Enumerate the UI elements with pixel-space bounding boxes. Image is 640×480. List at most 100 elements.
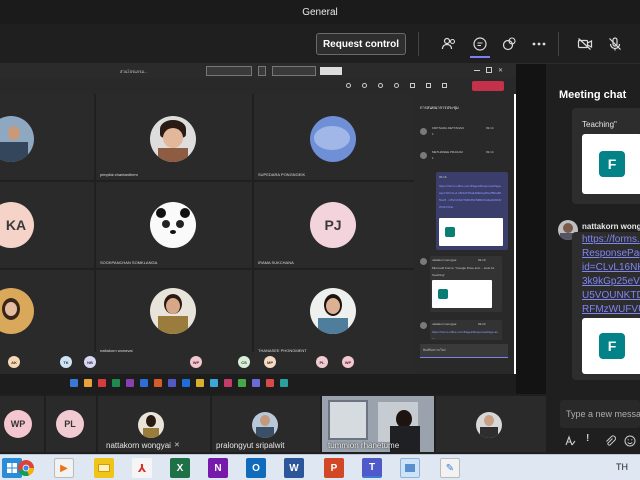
excel-icon[interactable]: X bbox=[170, 458, 190, 478]
participant-tile[interactable]: KA bbox=[0, 182, 94, 268]
chat-link[interactable]: id=CLvL16NH bbox=[582, 262, 640, 273]
forms-icon: F bbox=[599, 333, 625, 359]
participant-tile[interactable] bbox=[0, 94, 94, 180]
forms-card[interactable] bbox=[432, 280, 492, 308]
onenote-icon[interactable]: N bbox=[208, 458, 228, 478]
strip-avatar[interactable]: WP bbox=[190, 356, 202, 368]
shared-screen: ส่วนโปรแกรม... ✕ pimpilai chantanthem SU… bbox=[0, 64, 516, 418]
chat-link[interactable]: https://forms. bbox=[582, 234, 640, 245]
shared-top-control bbox=[272, 66, 316, 76]
network-app-icon[interactable] bbox=[400, 458, 420, 478]
reactions-icon[interactable] bbox=[499, 34, 519, 54]
avatar bbox=[310, 288, 356, 334]
shared-chat-message: nattakorn wongyai 09.24 https://forms.of… bbox=[430, 320, 502, 340]
forms-card[interactable] bbox=[439, 218, 503, 246]
shared-top-control bbox=[258, 66, 266, 76]
strip-avatar[interactable]: CS bbox=[238, 356, 250, 368]
strip-avatar[interactable]: NB bbox=[84, 356, 96, 368]
shared-chat-message: 09.16 https://forms.office.com/Pages/Res… bbox=[436, 172, 508, 250]
participant-tile[interactable]: pralongyut sripalwit bbox=[212, 396, 320, 452]
participant-gallery: WP PL nattakorn wongyai ✕ pralongyut sri… bbox=[0, 394, 546, 454]
media-player-icon[interactable]: ▶ bbox=[54, 458, 74, 478]
strip-avatar[interactable]: PL bbox=[316, 356, 328, 368]
chat-link[interactable]: U5VOUNKTDR bbox=[582, 290, 640, 301]
outlook-icon[interactable]: O bbox=[246, 458, 266, 478]
forms-icon bbox=[445, 227, 455, 237]
participant-name: pralongyut sripalwit bbox=[216, 441, 285, 450]
shared-chat-message: KRITSADA JIETTANAN 09.14 1 bbox=[432, 126, 494, 136]
participant-tile[interactable]: WP bbox=[0, 396, 44, 452]
participant-tile[interactable]: PJ IRAMA SUKCHANA bbox=[254, 182, 414, 268]
avatar bbox=[476, 412, 502, 438]
participant-tile[interactable]: nattakorn wongyai bbox=[96, 270, 252, 356]
participant-tile[interactable]: SUPEDARA PONGNGEIK bbox=[254, 94, 414, 180]
shared-leave-button bbox=[472, 81, 504, 91]
camera-off-icon[interactable] bbox=[575, 34, 595, 54]
strip-avatar[interactable]: AK bbox=[8, 356, 20, 368]
strip-avatar[interactable]: MP bbox=[264, 356, 276, 368]
shared-top-control bbox=[320, 67, 342, 75]
toolbar-divider bbox=[558, 32, 559, 56]
toolbar-divider bbox=[418, 32, 419, 56]
participant-tile[interactable]: THANASEE PHONGMENT bbox=[254, 270, 414, 356]
more-options-icon[interactable] bbox=[529, 34, 549, 54]
pdf-reader-icon[interactable]: ⅄ bbox=[132, 458, 152, 478]
shared-chat-message: METHAWEE PRAKAM 09.14 1 bbox=[432, 150, 494, 160]
chrome-icon[interactable] bbox=[16, 458, 36, 478]
participant-video-tile[interactable]: tummion rhanetume bbox=[322, 396, 434, 452]
participant-tile[interactable] bbox=[0, 270, 94, 356]
avatar bbox=[420, 128, 427, 135]
participants-icon[interactable] bbox=[439, 34, 459, 54]
chat-compose-input[interactable]: Type a new message bbox=[560, 400, 640, 428]
chat-icon[interactable] bbox=[470, 34, 490, 54]
request-control-button[interactable]: Request control bbox=[316, 33, 406, 55]
participant-strip: AK TK NB WP CS MP PL WP bbox=[0, 352, 414, 374]
meeting-chat-title: Meeting chat bbox=[559, 89, 627, 101]
shared-chat-title: การสนทนาการประชุม bbox=[420, 105, 459, 110]
emoji-icon[interactable] bbox=[624, 434, 636, 452]
avatar bbox=[150, 288, 196, 334]
participant-tile[interactable] bbox=[436, 396, 546, 452]
chat-link[interactable]: ResponsePage bbox=[582, 248, 640, 259]
chat-link[interactable]: RFMzWUFVU4 bbox=[582, 304, 640, 315]
chat-compose-tools: ! bbox=[560, 430, 640, 450]
avatar: PL bbox=[56, 410, 84, 438]
strip-avatar[interactable]: TK bbox=[60, 356, 72, 368]
paint-icon[interactable]: ✎ bbox=[440, 458, 460, 478]
forms-card[interactable]: F bbox=[582, 318, 640, 374]
teams-icon[interactable]: T bbox=[362, 458, 382, 478]
avatar bbox=[0, 116, 34, 162]
important-icon[interactable]: ! bbox=[586, 433, 589, 444]
teams-meeting-window: General Request control ส่วนโปรแกรม... ✕… bbox=[0, 0, 640, 480]
participant-tile[interactable]: SOOKPANCHAN SOMKLANGA bbox=[96, 182, 252, 268]
avatar bbox=[150, 116, 196, 162]
mic-off-icon[interactable] bbox=[605, 34, 625, 54]
participant-tile[interactable]: pimpilai chantanthem bbox=[96, 94, 252, 180]
avatar: KA bbox=[0, 202, 34, 248]
participant-tile[interactable]: nattakorn wongyai ✕ bbox=[98, 396, 210, 452]
shared-top-bar: ส่วนโปรแกรม... ✕ bbox=[0, 64, 516, 78]
shared-chat-link[interactable]: https://forms.office.com/Pages/ResponseP… bbox=[439, 181, 503, 215]
powerpoint-icon[interactable]: P bbox=[324, 458, 344, 478]
shared-chat-compose[interactable]: พิมพ์ข้อความใหม่ bbox=[420, 344, 508, 358]
file-explorer-icon[interactable] bbox=[94, 458, 114, 478]
shared-chat-link[interactable]: https://forms.office.com/Pages/ResponseP… bbox=[432, 327, 498, 339]
avatar bbox=[420, 322, 427, 329]
format-icon[interactable] bbox=[564, 434, 576, 452]
panda-avatar-icon bbox=[150, 202, 196, 248]
forms-card[interactable]: F bbox=[582, 134, 640, 194]
participant-tile[interactable]: PL bbox=[46, 396, 96, 452]
chat-message-bubble: https://forms. ResponsePage id=CLvL16NH … bbox=[572, 232, 640, 380]
participant-name: nattakorn wongyai bbox=[106, 441, 171, 450]
avatar bbox=[420, 258, 427, 265]
chat-link[interactable]: 3k9kGp25eVBK bbox=[582, 276, 640, 287]
forms-icon bbox=[438, 289, 448, 299]
word-icon[interactable]: W bbox=[284, 458, 304, 478]
input-language-indicator[interactable]: TH bbox=[616, 462, 628, 472]
participant-name: pimpilai chantanthem bbox=[100, 172, 138, 177]
attach-icon[interactable] bbox=[604, 434, 616, 452]
shared-chat-message: nattakorn wongyai 09.19 Microsoft Forms:… bbox=[430, 256, 502, 312]
strip-avatar[interactable]: WP bbox=[342, 356, 354, 368]
windows-taskbar: ▶ ⅄ X N O W P T ✎ TH bbox=[0, 454, 640, 480]
mic-off-icon: ✕ bbox=[174, 442, 180, 449]
